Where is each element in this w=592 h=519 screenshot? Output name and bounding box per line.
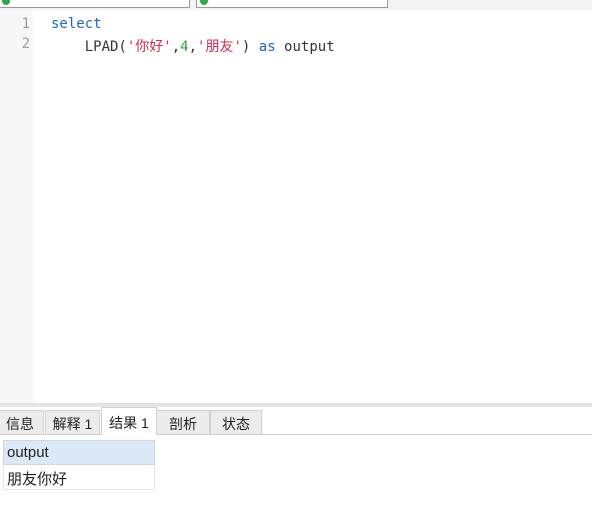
sql-editor[interactable]: 1 2 select LPAD('你好',4,'朋友') as output [0,10,592,403]
table-row[interactable]: 朋友你好 [3,465,155,490]
result-grid: output 朋友你好 [3,440,155,490]
tab-info[interactable]: 信息 [0,410,44,434]
result-tab-bar: 信息 解释 1 剖析 状态 结果 1 [0,407,592,435]
keyword-select: select [51,16,102,32]
code-line-1[interactable]: select [51,16,102,32]
comma: , [188,39,198,55]
line-number-gutter: 1 2 [0,10,33,403]
connection-status-icon [2,0,10,5]
tab-result[interactable]: 结果 1 [101,407,157,435]
close-paren: ) [241,39,259,55]
database-status-icon [200,0,208,5]
alias-output: output [275,39,335,55]
keyword-as: as [258,39,276,55]
connection-select[interactable] [0,0,190,8]
string-literal: '朋友' [197,39,242,55]
code-line-2[interactable]: LPAD('你好',4,'朋友') as output [51,36,335,56]
tab-profile[interactable]: 剖析 [156,410,210,434]
tab-explain[interactable]: 解释 1 [45,410,100,434]
comma: , [171,39,181,55]
line-number: 2 [21,36,30,52]
toolbar [0,0,592,10]
function-lpad: LPAD( [84,39,127,55]
database-select[interactable] [196,0,388,8]
column-header-output[interactable]: output [3,440,155,465]
number-literal: 4 [180,39,189,55]
line-number: 1 [21,16,30,32]
string-literal: '你好' [126,39,172,55]
tab-status[interactable]: 状态 [210,410,262,434]
